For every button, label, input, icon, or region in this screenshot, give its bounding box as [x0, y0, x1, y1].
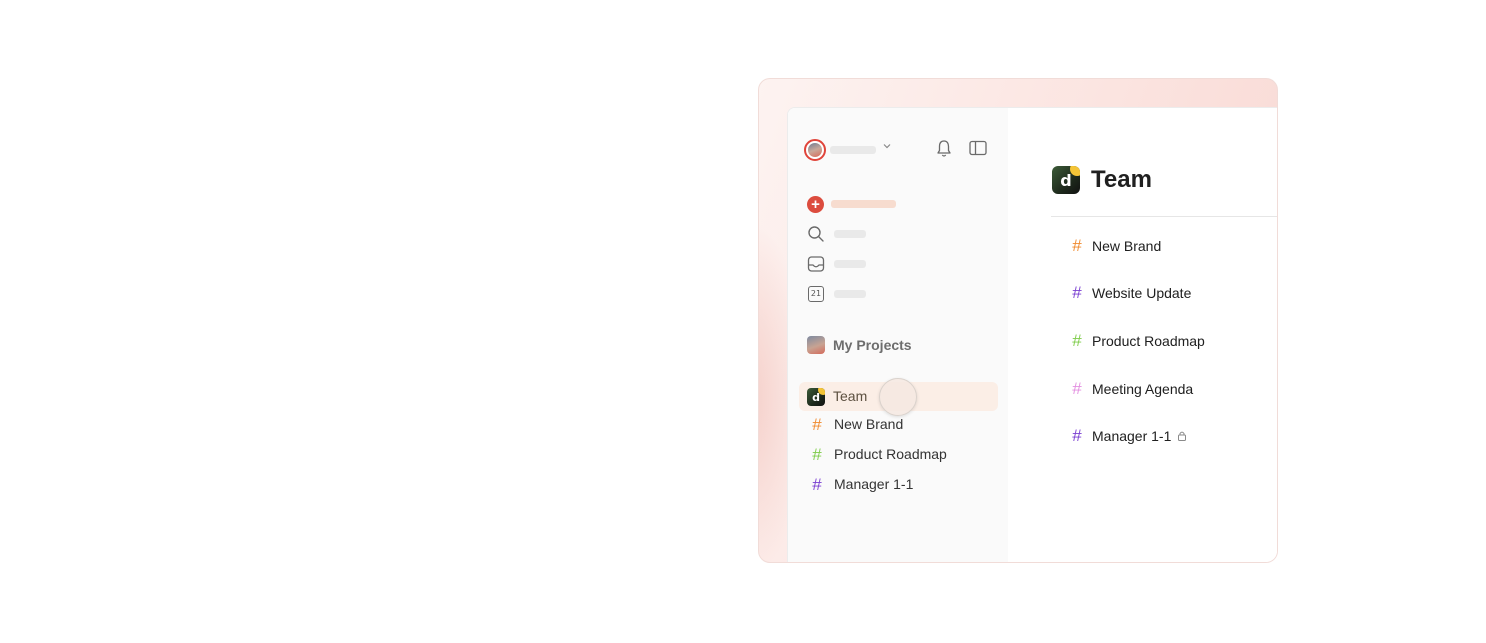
lock-icon: [1178, 431, 1186, 441]
sidebar-toggle-icon[interactable]: [969, 140, 987, 156]
calendar-icon[interactable]: 21: [808, 286, 824, 302]
project-item-label: Manager 1-1: [1092, 428, 1172, 444]
add-task-placeholder[interactable]: [831, 200, 896, 208]
project-item-label: Product Roadmap: [1092, 333, 1205, 349]
sidebar-item-label: New Brand: [834, 416, 904, 432]
username-placeholder: [830, 146, 876, 154]
hash-icon: #: [1072, 331, 1082, 350]
project-item-label: Website Update: [1092, 285, 1192, 301]
sidebar: + 21 My Projects d Team # New Brand # Pr…: [788, 108, 1008, 562]
my-projects-heading[interactable]: My Projects: [833, 337, 912, 353]
hash-icon: #: [1072, 236, 1082, 255]
hash-icon: #: [812, 475, 822, 494]
sidebar-item-product-roadmap[interactable]: # Product Roadmap: [808, 445, 947, 465]
sidebar-item-label: Manager 1-1: [834, 476, 914, 492]
hash-icon: #: [812, 415, 822, 434]
search-icon[interactable]: [807, 225, 825, 243]
app-window: + 21 My Projects d Team # New Brand # Pr…: [787, 107, 1277, 562]
my-projects-avatar: [807, 336, 825, 354]
sidebar-item-manager-1-1[interactable]: # Manager 1-1: [808, 475, 913, 495]
upcoming-placeholder[interactable]: [834, 290, 866, 298]
team-logo-icon: d: [1052, 166, 1080, 194]
add-task-icon[interactable]: +: [807, 196, 824, 213]
project-item-label: New Brand: [1092, 238, 1162, 254]
divider: [1051, 216, 1277, 217]
inbox-placeholder[interactable]: [834, 260, 866, 268]
project-item-product-roadmap[interactable]: # Product Roadmap: [1068, 331, 1205, 353]
bell-icon[interactable]: [935, 139, 953, 159]
mouse-cursor-indicator: [879, 378, 917, 416]
chevron-down-icon[interactable]: [883, 142, 891, 150]
sidebar-item-label: Team: [833, 388, 868, 404]
page-title: Team: [1091, 166, 1152, 193]
app-preview-frame: + 21 My Projects d Team # New Brand # Pr…: [758, 78, 1278, 563]
sidebar-item-new-brand[interactable]: # New Brand: [808, 415, 903, 435]
inbox-icon[interactable]: [807, 255, 825, 273]
hash-icon: #: [1072, 426, 1082, 445]
project-item-new-brand[interactable]: # New Brand: [1068, 236, 1161, 258]
project-item-meeting-agenda[interactable]: # Meeting Agenda: [1068, 379, 1193, 401]
project-item-website-update[interactable]: # Website Update: [1068, 283, 1191, 305]
project-item-label: Meeting Agenda: [1092, 381, 1194, 397]
hash-icon: #: [1072, 379, 1082, 398]
user-avatar[interactable]: [804, 139, 826, 161]
project-item-manager-1-1[interactable]: # Manager 1-1: [1068, 426, 1186, 448]
search-placeholder[interactable]: [834, 230, 866, 238]
hash-icon: #: [812, 445, 822, 464]
hash-icon: #: [1072, 283, 1082, 302]
sidebar-item-label: Product Roadmap: [834, 446, 947, 462]
team-logo-icon: d: [807, 388, 825, 406]
main-content: d Team # New Brand # Website Update # Pr…: [1008, 108, 1277, 562]
